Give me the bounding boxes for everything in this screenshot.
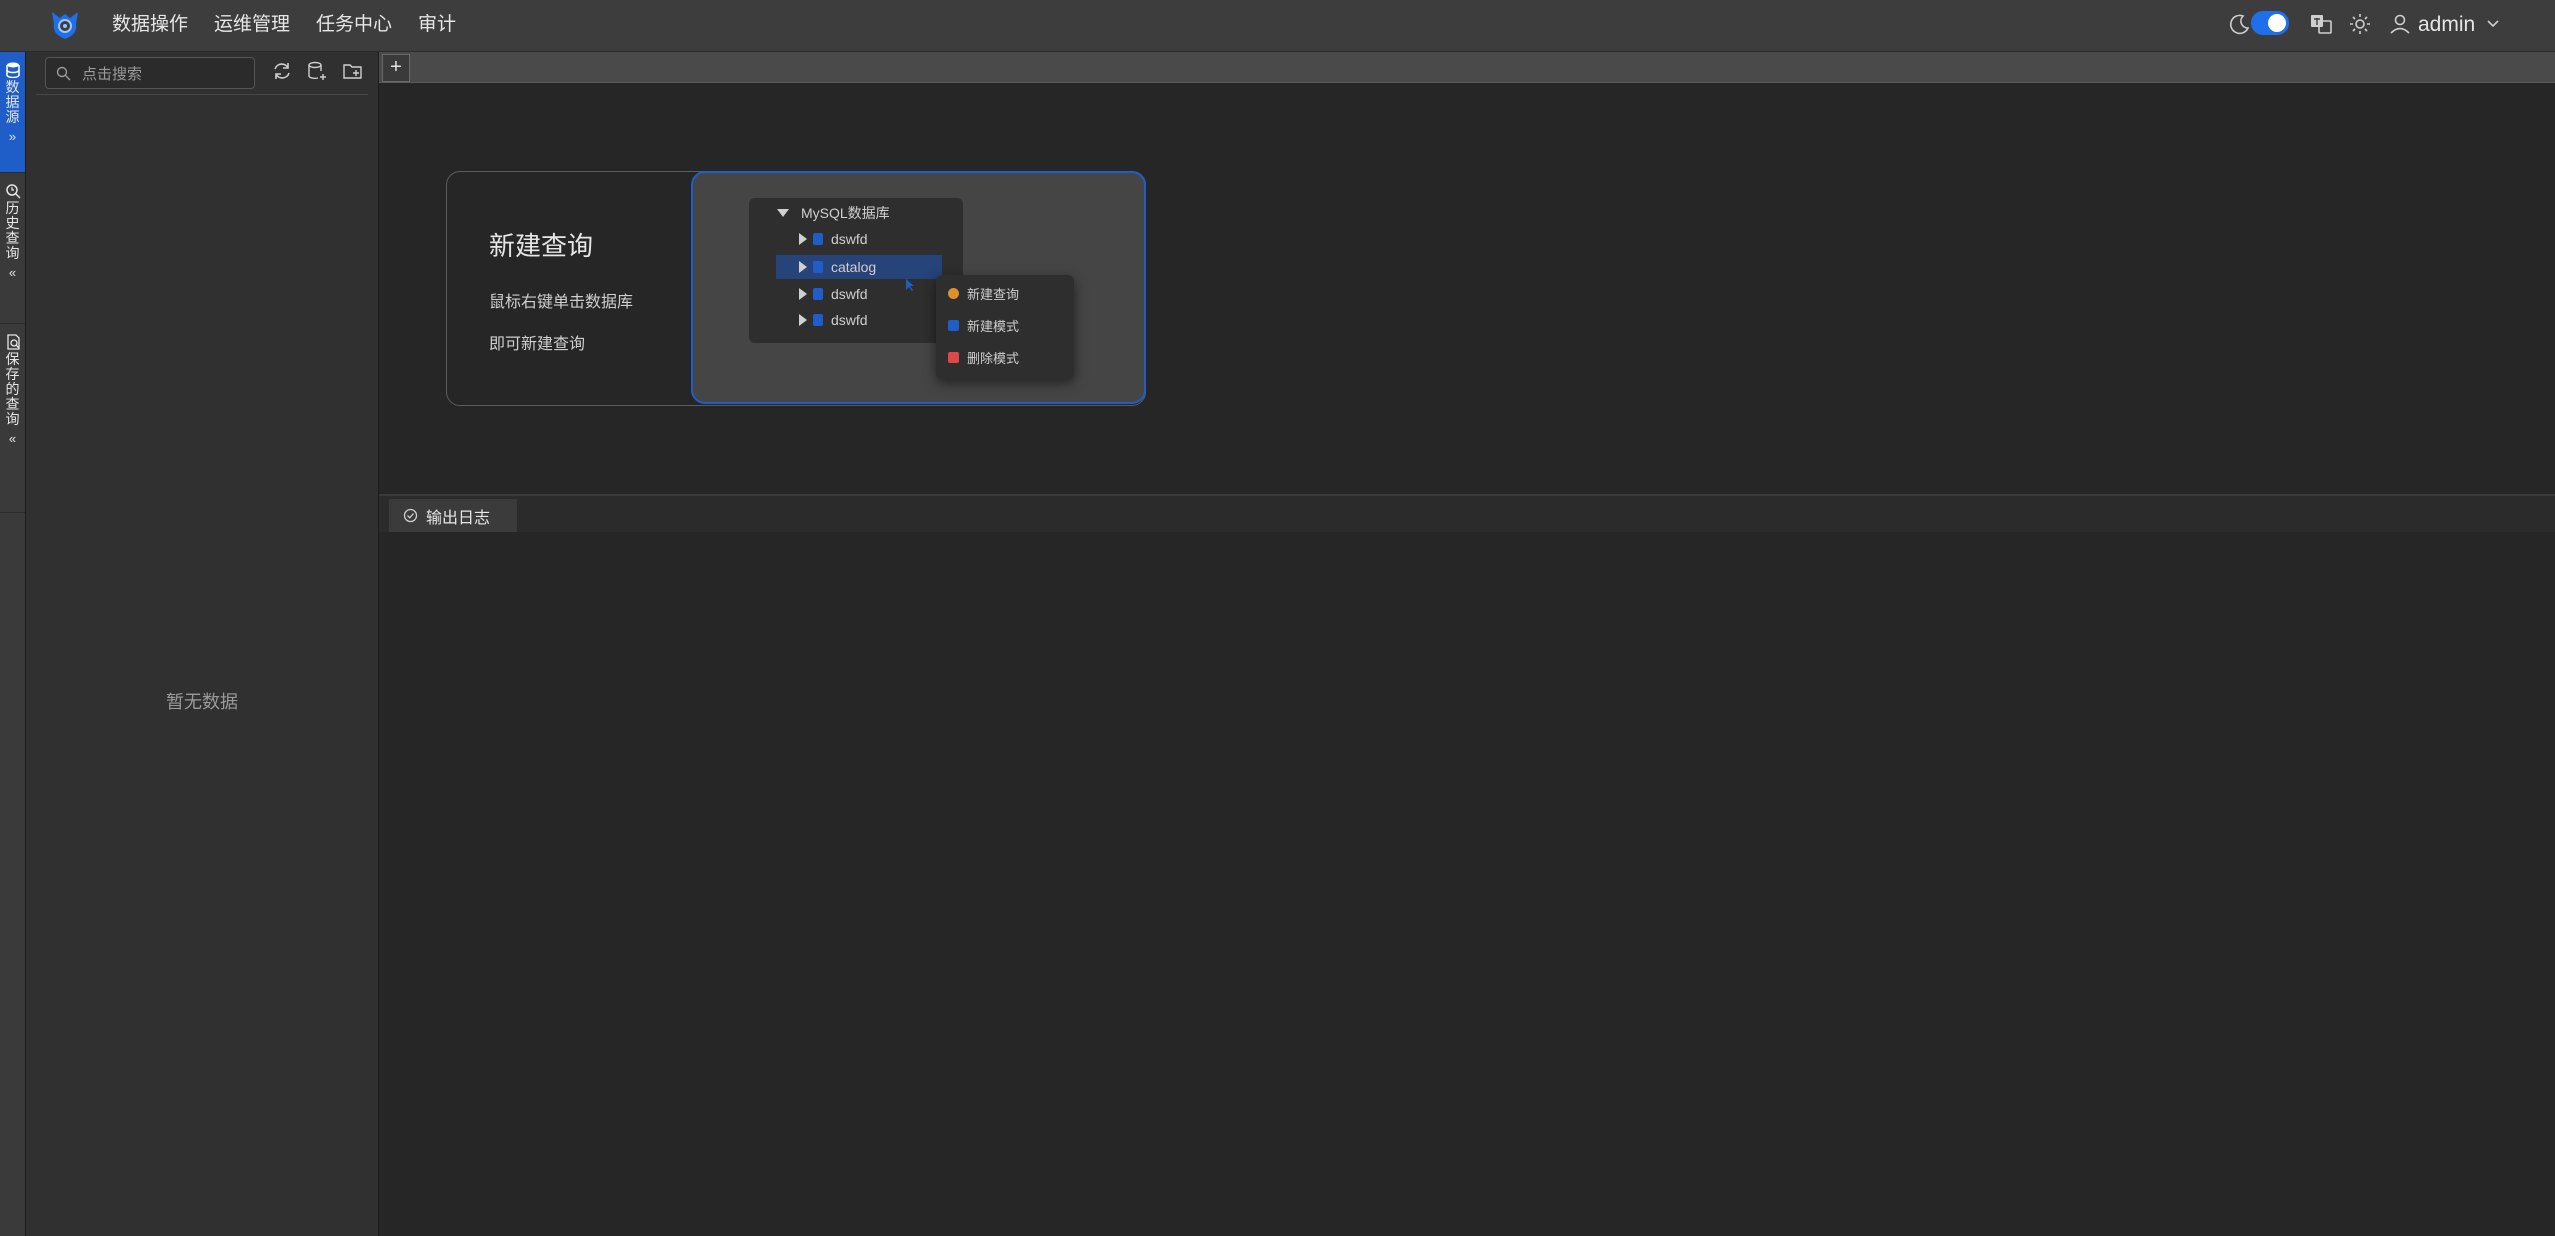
schema-icon bbox=[948, 319, 959, 331]
database-icon bbox=[813, 288, 823, 300]
hint-line-1: 鼠标右键单击数据库 bbox=[489, 294, 634, 311]
hint-title: 新建查询 bbox=[489, 231, 594, 261]
rail-item-saved[interactable]: 保存的查询 « bbox=[0, 324, 25, 513]
moon-icon bbox=[2229, 14, 2250, 35]
empty-state-text: 暂无数据 bbox=[166, 692, 238, 712]
output-tab-label: 输出日志 bbox=[426, 509, 491, 527]
search-icon bbox=[56, 66, 71, 81]
translate-icon[interactable] bbox=[2309, 12, 2333, 36]
delete-icon bbox=[948, 351, 959, 363]
tree-item-label: dswfd bbox=[831, 286, 868, 302]
tree-root-label: MySQL数据库 bbox=[801, 205, 890, 221]
nav-task-center[interactable]: 任务中心 bbox=[316, 13, 392, 37]
app-logo[interactable] bbox=[48, 8, 82, 42]
ctx-label: 新建查询 bbox=[967, 286, 1020, 302]
database-icon bbox=[5, 62, 20, 78]
search-history-icon bbox=[5, 184, 21, 199]
add-datasource-icon[interactable] bbox=[306, 60, 328, 82]
rail-item-history[interactable]: 历史查询 « bbox=[0, 173, 25, 324]
saved-query-icon bbox=[6, 334, 20, 350]
tree-item: dswfd bbox=[799, 308, 868, 332]
toggle-knob bbox=[2268, 14, 2286, 32]
user-icon[interactable] bbox=[2388, 12, 2412, 36]
cursor-icon bbox=[906, 279, 914, 291]
output-tab-bar: 输出日志 bbox=[379, 496, 2555, 532]
new-folder-icon[interactable] bbox=[342, 60, 364, 82]
datasource-panel: 暂无数据 bbox=[26, 52, 379, 1236]
database-icon bbox=[813, 314, 823, 326]
caret-right-icon bbox=[799, 233, 807, 245]
chevron-down-icon[interactable] bbox=[2485, 15, 2501, 31]
nav-audit[interactable]: 审计 bbox=[418, 13, 456, 37]
tree-item: dswfd bbox=[799, 227, 964, 251]
database-icon bbox=[813, 261, 823, 273]
double-chevron-left-icon: « bbox=[8, 431, 17, 446]
caret-down-icon bbox=[777, 209, 789, 217]
caret-right-icon bbox=[799, 314, 807, 326]
hint-illustration: MySQL数据库 dswfd catalog dswfd dswfd 新建查询 … bbox=[691, 171, 1146, 404]
tree-item-label: dswfd bbox=[831, 312, 868, 328]
double-chevron-left-icon: « bbox=[8, 265, 17, 280]
query-icon bbox=[948, 287, 959, 299]
rail-label-datasource: 数据源 bbox=[5, 79, 20, 125]
tree-item-label: dswfd bbox=[831, 231, 868, 247]
nav-data-operation[interactable]: 数据操作 bbox=[112, 13, 188, 37]
rail-label-history: 历史查询 bbox=[5, 200, 20, 261]
search-input[interactable] bbox=[80, 62, 249, 86]
new-query-hint-card: 新建查询 鼠标右键单击数据库 即可新建查询 MySQL数据库 dswfd cat… bbox=[446, 171, 1146, 406]
tree-item: dswfd bbox=[799, 282, 868, 306]
rail-label-saved: 保存的查询 bbox=[5, 351, 20, 427]
caret-right-icon bbox=[799, 288, 807, 300]
settings-icon[interactable] bbox=[2348, 12, 2372, 36]
tab-output-log[interactable]: 输出日志 bbox=[389, 499, 517, 532]
theme-toggle[interactable] bbox=[2251, 11, 2289, 35]
ctx-new-query: 新建查询 bbox=[948, 283, 1019, 303]
refresh-icon[interactable] bbox=[271, 60, 293, 82]
database-icon bbox=[813, 233, 823, 245]
activity-rail: 数据源 » 历史查询 « 保存的查询 « bbox=[0, 52, 26, 1236]
illustration-tree: MySQL数据库 dswfd catalog dswfd dswfd bbox=[749, 198, 963, 343]
ctx-label: 新建模式 bbox=[967, 318, 1020, 334]
caret-right-icon bbox=[799, 261, 807, 273]
double-chevron-right-icon: » bbox=[8, 129, 17, 144]
tree-item-selected: catalog bbox=[776, 255, 942, 279]
nav-ops-management[interactable]: 运维管理 bbox=[214, 13, 290, 37]
search-box[interactable] bbox=[45, 57, 255, 89]
editor-tab-bar: + bbox=[379, 52, 2555, 83]
panel-divider bbox=[36, 94, 368, 95]
output-log-area bbox=[379, 532, 2555, 1236]
check-circle-icon bbox=[403, 508, 418, 523]
ctx-delete-schema: 删除模式 bbox=[948, 347, 1019, 367]
hint-line-2: 即可新建查询 bbox=[489, 336, 586, 353]
tree-root: MySQL数据库 bbox=[777, 201, 890, 225]
rail-item-datasource[interactable]: 数据源 » bbox=[0, 52, 25, 173]
tree-item-label: catalog bbox=[831, 259, 877, 275]
add-tab-button[interactable]: + bbox=[382, 54, 410, 82]
top-bar: 数据操作 运维管理 任务中心 审计 admin bbox=[0, 0, 2555, 52]
illustration-context-menu: 新建查询 新建模式 删除模式 bbox=[936, 275, 1074, 379]
ctx-new-schema: 新建模式 bbox=[948, 315, 1019, 335]
ctx-label: 删除模式 bbox=[967, 350, 1020, 366]
user-name[interactable]: admin bbox=[2418, 13, 2475, 37]
